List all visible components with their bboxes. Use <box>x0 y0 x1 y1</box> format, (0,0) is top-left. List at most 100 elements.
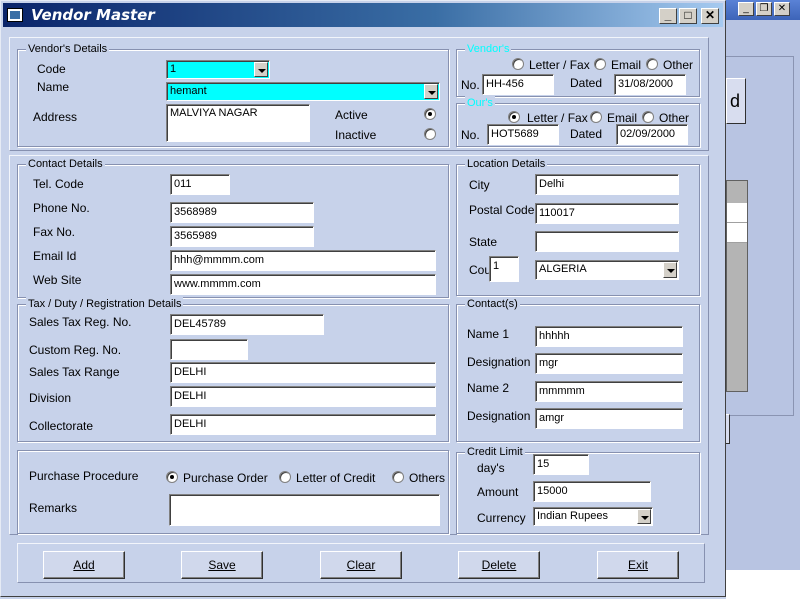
vendors-ref-title: Vendor's <box>465 42 512 56</box>
bg-close-button[interactable]: ✕ <box>774 2 790 16</box>
sales-tax-range-label: Sales Tax Range <box>29 365 120 379</box>
name-combo[interactable]: hemant <box>166 82 440 101</box>
designation2-label: Designation <box>467 409 531 423</box>
city-field[interactable]: Delhi <box>535 174 679 195</box>
ours-email-radio[interactable] <box>590 111 602 123</box>
amount-field[interactable]: 15000 <box>533 481 651 502</box>
vendors-other-radio[interactable] <box>646 58 658 70</box>
currency-label: Currency <box>477 511 526 525</box>
name2-field[interactable]: mmmmm <box>535 381 683 402</box>
vendors-email-label: Email <box>611 58 642 72</box>
vendors-email-radio[interactable] <box>594 58 606 70</box>
inactive-label: Inactive <box>335 128 377 142</box>
division-label: Division <box>29 391 72 405</box>
name-dropdown-arrow-icon[interactable] <box>424 84 438 99</box>
minimize-button[interactable]: _ <box>659 8 677 24</box>
ours-other-radio[interactable] <box>642 111 654 123</box>
state-field[interactable] <box>535 231 679 252</box>
website-value: www.mmmm.com <box>174 278 261 290</box>
collectorate-field[interactable]: DELHI <box>170 414 436 435</box>
ours-no-field[interactable]: HOT5689 <box>487 124 559 145</box>
save-button[interactable]: Save <box>181 551 263 579</box>
phone-field[interactable]: 3568989 <box>170 202 314 223</box>
background-strip <box>726 570 800 599</box>
vendors-letter-radio[interactable] <box>512 58 524 70</box>
fax-field[interactable]: 3565989 <box>170 226 314 247</box>
name1-label: Name 1 <box>467 327 510 341</box>
vendors-other-label: Other <box>663 58 694 72</box>
days-field[interactable]: 15 <box>533 454 589 475</box>
custom-reg-field[interactable] <box>170 339 248 360</box>
custom-reg-label: Custom Reg. No. <box>29 343 122 357</box>
background-titlebar: _ ❐ ✕ <box>718 0 800 20</box>
letter-of-credit-label: Letter of Credit <box>296 471 376 485</box>
website-label: Web Site <box>33 273 82 287</box>
collectorate-value: DELHI <box>174 418 207 430</box>
title-bar[interactable]: Vendor Master _ □ ✕ <box>3 3 723 27</box>
sales-tax-range-field[interactable]: DELHI <box>170 362 436 383</box>
currency-combo[interactable]: Indian Rupees <box>533 507 653 526</box>
contacts-title: Contact(s) <box>465 297 520 311</box>
letter-of-credit-radio[interactable] <box>279 471 291 483</box>
active-radio[interactable] <box>424 108 436 120</box>
email-field[interactable]: hhh@mmmm.com <box>170 250 436 271</box>
vendors-letter-label: Letter / Fax <box>529 58 590 72</box>
tel-code-value: 011 <box>174 178 192 190</box>
code-dropdown-arrow-icon[interactable] <box>254 62 268 77</box>
window-title: Vendor Master <box>31 6 155 24</box>
code-label: Code <box>37 62 66 76</box>
designation1-field[interactable]: mgr <box>535 353 683 374</box>
bg-restore-button[interactable]: ❐ <box>756 2 772 16</box>
vendor-master-window: Vendor Master _ □ ✕ Vendor's Details Cod… <box>0 0 726 597</box>
vendors-no-field[interactable]: HH-456 <box>482 74 554 95</box>
sales-tax-field[interactable]: DEL45789 <box>170 314 324 335</box>
designation2-field[interactable]: amgr <box>535 408 683 429</box>
bg-minimize-button[interactable]: _ <box>738 2 754 16</box>
ours-letter-radio[interactable] <box>508 111 520 123</box>
app-icon <box>7 8 23 22</box>
contact-details-title: Contact Details <box>26 157 105 171</box>
remarks-field[interactable] <box>169 494 440 526</box>
bg-list[interactable] <box>726 180 748 392</box>
postal-code-field[interactable]: 110017 <box>535 203 679 224</box>
country-combo[interactable]: ALGERIA <box>535 260 679 280</box>
maximize-button[interactable]: □ <box>679 8 697 24</box>
inactive-radio[interactable] <box>424 128 436 140</box>
fax-label: Fax No. <box>33 225 76 239</box>
tel-code-field[interactable]: 011 <box>170 174 230 195</box>
code-combo[interactable]: 1 <box>166 60 270 79</box>
vendors-dated-field[interactable]: 31/08/2000 <box>614 74 686 95</box>
state-label: State <box>469 235 498 249</box>
ours-letter-label: Letter / Fax <box>527 111 588 125</box>
currency-dropdown-arrow-icon[interactable] <box>637 509 651 524</box>
purchase-order-radio[interactable] <box>166 471 178 483</box>
division-value: DELHI <box>174 390 207 402</box>
website-field[interactable]: www.mmmm.com <box>170 274 436 295</box>
add-button[interactable]: Add <box>43 551 125 579</box>
others-label: Others <box>409 471 446 485</box>
ours-dated-value: 02/09/2000 <box>620 128 676 140</box>
vendors-no-value: HH-456 <box>486 78 524 90</box>
designation1-label: Designation <box>467 355 531 369</box>
days-label: day's <box>477 461 505 475</box>
close-button[interactable]: ✕ <box>701 8 719 24</box>
ours-ref-title: Our's <box>465 96 495 110</box>
amount-value: 15000 <box>537 485 568 497</box>
ours-dated-field[interactable]: 02/09/2000 <box>616 124 688 145</box>
name1-field[interactable]: hhhhh <box>535 326 683 347</box>
code-value: 1 <box>170 63 177 75</box>
exit-button[interactable]: Exit <box>597 551 679 579</box>
fax-value: 3565989 <box>174 230 217 242</box>
name-label: Name <box>37 80 70 94</box>
clear-button[interactable]: Clear <box>320 551 402 579</box>
others-radio[interactable] <box>392 471 404 483</box>
division-field[interactable]: DELHI <box>170 386 436 407</box>
country-code-field[interactable]: 1 <box>489 256 519 282</box>
country-dropdown-arrow-icon[interactable] <box>663 262 677 278</box>
address-field[interactable]: MALVIYA NAGAR <box>166 104 310 142</box>
credit-limit-title: Credit Limit <box>465 445 525 459</box>
bg-partial-button[interactable]: d <box>726 78 746 124</box>
delete-button[interactable]: Delete <box>458 551 540 579</box>
ours-other-label: Other <box>659 111 690 125</box>
name2-label: Name 2 <box>467 381 510 395</box>
